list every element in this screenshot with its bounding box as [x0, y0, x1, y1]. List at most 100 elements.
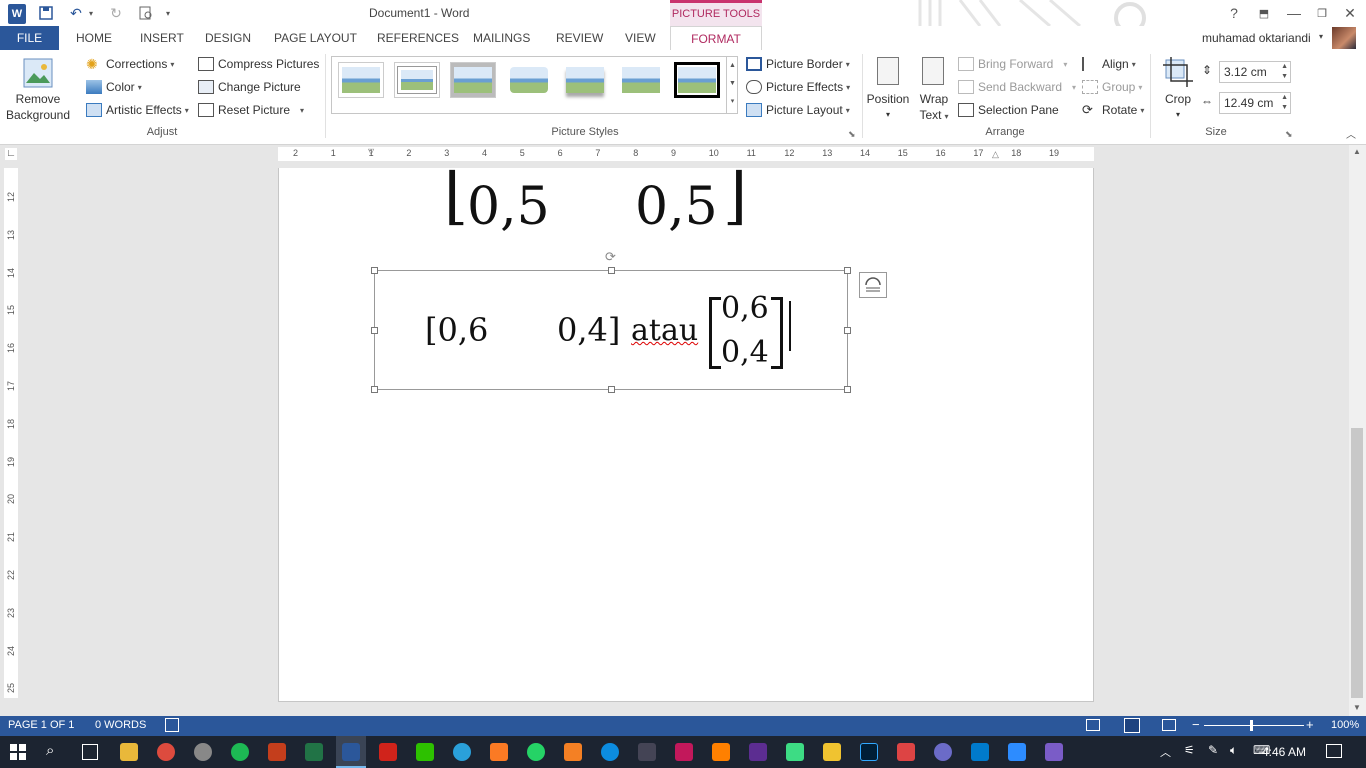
send-backward-button[interactable]: Send Backward ▾ — [958, 77, 1076, 97]
word-taskbar-active[interactable] — [336, 736, 366, 768]
height-field[interactable]: 3.12 cm ▲ ▼ — [1219, 61, 1291, 83]
zoom-slider[interactable] — [1204, 725, 1304, 726]
acrobat-icon[interactable] — [379, 743, 397, 761]
tab-format[interactable]: FORMAT — [670, 26, 762, 50]
tab-file[interactable]: FILE — [0, 26, 59, 50]
picture-effects-button[interactable]: Picture Effects ▾ — [746, 77, 850, 97]
search-icon[interactable]: ⌕ — [46, 742, 54, 759]
undo-dropdown-icon[interactable]: ▾ — [86, 3, 96, 23]
user-dropdown-icon[interactable]: ▾ — [1319, 32, 1323, 41]
customize-qat-icon[interactable]: ▾ — [162, 3, 174, 23]
picture-style-2[interactable] — [394, 62, 440, 98]
picture-style-1[interactable] — [338, 62, 384, 98]
resize-handle-se[interactable] — [844, 386, 851, 393]
telegram-icon[interactable] — [453, 743, 471, 761]
app-icon-2[interactable] — [675, 743, 693, 761]
scroll-down-icon[interactable]: ▼ — [1353, 703, 1361, 712]
resize-handle-w[interactable] — [371, 327, 378, 334]
photoshop-icon[interactable] — [860, 743, 878, 761]
edge-icon[interactable] — [601, 743, 619, 761]
align-button[interactable]: Align ▾ — [1082, 54, 1136, 74]
close-icon[interactable]: ✕ — [1342, 3, 1358, 23]
picture-style-4[interactable] — [506, 62, 552, 98]
tab-page-layout[interactable]: PAGE LAYOUT — [274, 26, 357, 50]
scroll-up-icon[interactable]: ▲ — [1353, 147, 1361, 156]
tab-review[interactable]: REVIEW — [556, 26, 603, 50]
picture-style-6[interactable] — [618, 62, 664, 98]
document-page[interactable]: ⌊ 0,5 0,5 ⌋ [0,6 0,4] atau 0,6 0,4 ⟳ — [278, 168, 1094, 702]
color-button[interactable]: Color ▾ — [86, 77, 142, 97]
android-studio-icon[interactable] — [786, 743, 804, 761]
compress-pictures-button[interactable]: Compress Pictures — [198, 54, 319, 74]
user-name[interactable]: muhamad oktariandi — [1202, 31, 1311, 45]
print-preview-icon[interactable] — [136, 3, 156, 23]
tab-design[interactable]: DESIGN — [205, 26, 251, 50]
vlc-icon[interactable] — [564, 743, 582, 761]
word-count[interactable]: 0 WORDS — [95, 719, 146, 731]
rotate-handle-icon[interactable]: ⟳ — [605, 249, 616, 265]
right-indent-marker[interactable]: △ — [992, 149, 999, 160]
tab-home[interactable]: HOME — [76, 26, 112, 50]
bring-forward-button[interactable]: Bring Forward ▾ — [958, 54, 1067, 74]
reset-picture-button[interactable]: Reset Picture ▾ — [198, 100, 304, 120]
resize-handle-nw[interactable] — [371, 267, 378, 274]
vscode-icon[interactable] — [971, 743, 989, 761]
save-icon[interactable] — [36, 3, 56, 23]
gallery-scroll[interactable]: ▲ ▼ ▾ — [726, 57, 738, 113]
resize-handle-s[interactable] — [608, 386, 615, 393]
help-icon[interactable]: ? — [1226, 3, 1242, 23]
collapse-ribbon-icon[interactable]: ︿ — [1346, 126, 1356, 141]
pen-icon[interactable]: ✎ — [1208, 743, 1218, 757]
resize-handle-n[interactable] — [608, 267, 615, 274]
picture-style-7[interactable] — [674, 62, 720, 98]
crop-button[interactable]: Crop ▾ — [1158, 91, 1198, 123]
equation-image-top[interactable]: ⌊ 0,5 0,5 ⌋ — [439, 168, 759, 248]
rotate-button[interactable]: ⟳ Rotate ▾ — [1082, 100, 1144, 120]
artistic-effects-button[interactable]: Artistic Effects ▾ — [86, 100, 189, 120]
resize-handle-e[interactable] — [844, 327, 851, 334]
ribbon-display-options-icon[interactable]: ⬒ — [1256, 3, 1272, 23]
position-button[interactable]: Position ▾ — [864, 91, 912, 123]
network-icon[interactable]: ⚟ — [1184, 743, 1195, 757]
vertical-ruler[interactable]: 12 13 14 15 16 17 18 19 20 21 22 23 24 25 — [4, 168, 18, 698]
visual-studio-icon[interactable] — [749, 743, 767, 761]
zoom-level[interactable]: 100% — [1331, 719, 1359, 731]
group-button[interactable]: Group ▾ — [1082, 77, 1142, 97]
zoom-slider-thumb[interactable] — [1250, 720, 1253, 731]
xampp-icon[interactable] — [490, 743, 508, 761]
zoom-app-icon[interactable] — [1008, 743, 1026, 761]
media-player-icon[interactable] — [194, 743, 212, 761]
picture-border-button[interactable]: Picture Border ▾ — [746, 54, 850, 74]
redo-icon[interactable]: ↻ — [106, 3, 126, 23]
first-line-indent-marker[interactable]: ▽ — [368, 147, 374, 161]
height-spinner[interactable]: ▲ ▼ — [1281, 62, 1288, 82]
file-explorer-icon[interactable] — [120, 743, 138, 761]
zoom-in-icon[interactable]: + — [1306, 717, 1314, 732]
spotify-icon[interactable] — [231, 743, 249, 761]
powerpoint-icon[interactable] — [268, 743, 286, 761]
resize-handle-sw[interactable] — [371, 386, 378, 393]
web-layout-icon[interactable] — [1162, 719, 1176, 731]
tab-references[interactable]: REFERENCES — [377, 26, 459, 50]
app-icon-6[interactable] — [1045, 743, 1063, 761]
tab-insert[interactable]: INSERT — [140, 26, 184, 50]
selected-equation-image[interactable]: [0,6 0,4] atau 0,6 0,4 ⟳ — [371, 249, 851, 393]
undo-icon[interactable]: ↶ — [66, 3, 86, 23]
dialog-launcher-icon[interactable]: ⬊ — [848, 129, 856, 140]
selection-pane-button[interactable]: Selection Pane — [958, 100, 1059, 120]
windows-start-icon[interactable] — [10, 744, 26, 760]
picture-styles-gallery[interactable]: ▲ ▼ ▾ — [331, 56, 738, 114]
change-picture-button[interactable]: Change Picture — [198, 77, 301, 97]
chrome-icon[interactable] — [157, 743, 175, 761]
wrap-text-button[interactable]: Wrap Text ▾ — [916, 91, 952, 125]
app-icon-4[interactable] — [897, 743, 915, 761]
picture-layout-button[interactable]: Picture Layout ▾ — [746, 100, 850, 120]
tab-mailings[interactable]: MAILINGS — [473, 26, 530, 50]
remove-background-button[interactable]: Remove Background — [4, 91, 72, 123]
tab-selector[interactable]: ∟ — [5, 148, 17, 160]
action-center-icon[interactable] — [1326, 744, 1342, 758]
proofing-icon[interactable] — [165, 718, 179, 732]
restore-icon[interactable]: ❐ — [1314, 3, 1330, 23]
word-app-icon[interactable]: W — [8, 4, 26, 24]
corrections-button[interactable]: ✺ Corrections ▾ — [86, 54, 174, 74]
